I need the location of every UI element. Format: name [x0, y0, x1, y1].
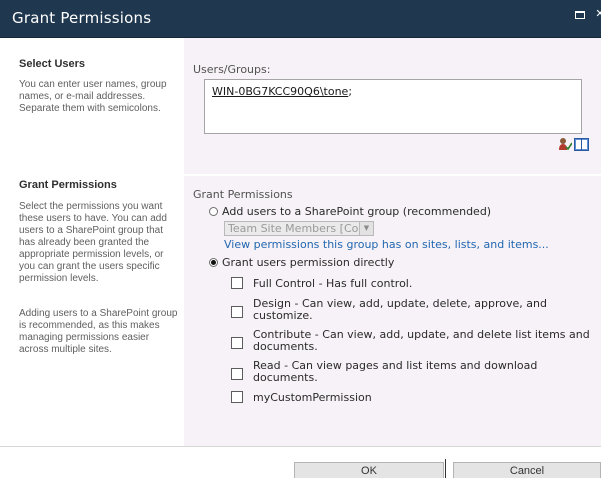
grant-permissions-description-panel: Grant Permissions Select the permissions… — [0, 176, 184, 446]
sharepoint-group-select: Team Site Members [Contribute] ▼ — [224, 221, 374, 236]
select-users-description-panel: Select Users You can enter user names, g… — [0, 38, 184, 174]
contribute-label: Contribute - Can view, add, update, and … — [253, 328, 590, 353]
grant-permissions-heading: Grant Permissions — [19, 179, 117, 191]
people-picker-entry[interactable]: WIN-0BG7KCC90Q6\tone; — [212, 85, 352, 98]
add-to-group-label: Add users to a SharePoint group (recomme… — [222, 205, 492, 218]
design-label: Design - Can view, add, update, delete, … — [253, 297, 547, 322]
contribute-checkbox[interactable] — [231, 337, 243, 349]
chevron-down-icon: ▼ — [359, 222, 373, 235]
full-control-label: Full Control - Has full control. — [253, 277, 413, 290]
grant-permissions-description: Select the permissions you want these us… — [19, 201, 167, 284]
read-checkbox[interactable] — [231, 368, 243, 380]
button-separator — [445, 459, 446, 478]
dialog-titlebar: Grant Permissions ✕ — [0, 0, 601, 38]
group-select-value: Team Site Members [Contribute] — [228, 222, 374, 235]
resolved-user[interactable]: WIN-0BG7KCC90Q6\tone — [212, 85, 348, 98]
option-grant-directly[interactable]: Grant users permission directly — [209, 256, 394, 269]
ok-button[interactable]: OK — [294, 462, 444, 478]
full-control-checkbox[interactable] — [231, 277, 243, 289]
option-add-to-group[interactable]: Add users to a SharePoint group (recomme… — [209, 205, 491, 218]
select-users-description: You can enter user names, group names, o… — [19, 79, 167, 114]
people-picker-input[interactable]: WIN-0BG7KCC90Q6\tone; — [204, 79, 582, 134]
entry-separator: ; — [348, 85, 353, 98]
section-divider — [0, 446, 601, 447]
read-label: Read - Can view pages and list items and… — [253, 359, 538, 384]
cancel-button[interactable]: Cancel — [453, 462, 601, 478]
select-users-heading: Select Users — [19, 58, 86, 70]
grant-directly-label: Grant users permission directly — [222, 256, 395, 269]
custom-permission-checkbox[interactable] — [231, 391, 243, 403]
view-group-permissions-link[interactable]: View permissions this group has on sites… — [224, 238, 549, 251]
close-icon[interactable]: ✕ — [594, 8, 601, 19]
grant-permissions-label: Grant Permissions — [193, 188, 293, 201]
grant-permissions-recommendation: Adding users to a SharePoint group is re… — [19, 308, 178, 355]
check-names-icon[interactable] — [558, 137, 572, 151]
address-book-icon[interactable] — [574, 138, 589, 151]
custom-permission-label: myCustomPermission — [253, 391, 372, 404]
dialog-title: Grant Permissions — [12, 9, 152, 27]
maximize-icon[interactable] — [575, 11, 585, 19]
add-to-group-radio[interactable] — [209, 207, 218, 216]
grant-directly-radio[interactable] — [209, 258, 218, 267]
users-groups-label: Users/Groups: — [193, 63, 271, 76]
design-checkbox[interactable] — [231, 306, 243, 318]
